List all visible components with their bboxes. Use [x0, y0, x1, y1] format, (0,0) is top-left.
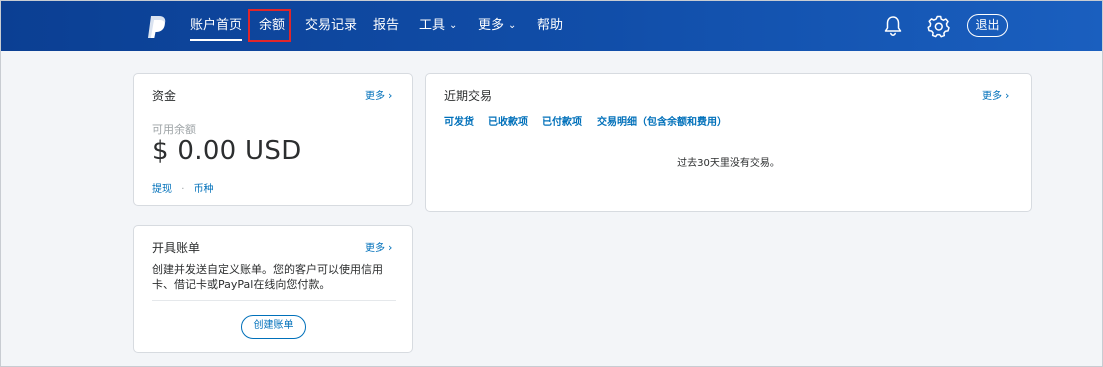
nav-account-home[interactable]: 账户首页	[190, 18, 243, 41]
nav-help[interactable]: 帮助	[537, 18, 563, 34]
chevron-down-icon: ⌄	[449, 20, 458, 31]
invoice-card: 开具账单 更多 › 创建并发送自定义账单。您的客户可以使用信用 卡、借记卡或Pay…	[133, 225, 413, 353]
withdraw-link[interactable]: 提现	[152, 184, 172, 195]
card-title: 近期交易	[444, 89, 493, 103]
chevron-right-icon: ›	[388, 89, 393, 102]
divider	[152, 300, 396, 301]
empty-state-message: 过去30天里没有交易。	[677, 158, 780, 169]
gear-icon[interactable]	[927, 14, 951, 38]
card-title: 开具账单	[152, 241, 201, 255]
invoice-more-link[interactable]: 更多 ›	[365, 239, 392, 254]
description-line: 创建并发送自定义账单。您的客户可以使用信用	[152, 263, 383, 276]
tab-transaction-details[interactable]: 交易明细（包含余额和费用）	[597, 113, 727, 128]
funds-card: 资金 更多 › 可用余额 $ 0.00 USD 提现 · 币种	[133, 73, 413, 206]
nav-tools-label: 工具	[419, 18, 446, 33]
available-balance-label: 可用余额	[152, 123, 196, 136]
description-line: 卡、借记卡或PayPal在线向您付款。	[152, 278, 331, 291]
currency-link[interactable]: 币种	[194, 184, 214, 195]
chevron-right-icon: ›	[1005, 89, 1010, 102]
tab-ready-to-ship[interactable]: 可发货	[444, 113, 474, 128]
logout-button[interactable]: 退出	[967, 14, 1008, 37]
create-invoice-button[interactable]: 创建账单	[241, 315, 306, 339]
tab-money-received[interactable]: 已收款项	[488, 113, 528, 128]
paypal-logo[interactable]	[146, 14, 168, 40]
more-label: 更多	[365, 91, 385, 102]
tab-money-sent[interactable]: 已付款项	[542, 113, 582, 128]
nav-reports[interactable]: 报告	[373, 18, 399, 34]
nav-tools[interactable]: 工具 ⌄	[419, 18, 457, 34]
nav-more[interactable]: 更多 ⌄	[478, 18, 516, 34]
card-title: 资金	[152, 89, 177, 103]
invoice-description: 创建并发送自定义账单。您的客户可以使用信用 卡、借记卡或PayPal在线向您付款…	[152, 262, 383, 292]
separator-dot: ·	[181, 184, 185, 195]
funds-more-link[interactable]: 更多 ›	[365, 87, 392, 102]
more-label: 更多	[365, 243, 385, 254]
bell-icon[interactable]	[881, 14, 905, 38]
recent-transactions-card: 近期交易 更多 › 可发货 已收款项 已付款项 交易明细（包含余额和费用） 过去3…	[425, 73, 1032, 212]
balance-amount: $ 0.00 USD	[152, 136, 302, 166]
highlight-annotation	[248, 9, 291, 42]
recent-more-link[interactable]: 更多 ›	[982, 87, 1009, 102]
chevron-down-icon: ⌄	[508, 20, 517, 31]
nav-more-label: 更多	[478, 18, 505, 33]
top-navigation-bar: 账户首页 余额 交易记录 报告 工具 ⌄ 更多 ⌄ 帮助 退出	[1, 1, 1102, 51]
funds-actions: 提现 · 币种	[152, 180, 214, 195]
more-label: 更多	[982, 91, 1002, 102]
chevron-right-icon: ›	[388, 241, 393, 254]
nav-transactions[interactable]: 交易记录	[305, 18, 357, 34]
